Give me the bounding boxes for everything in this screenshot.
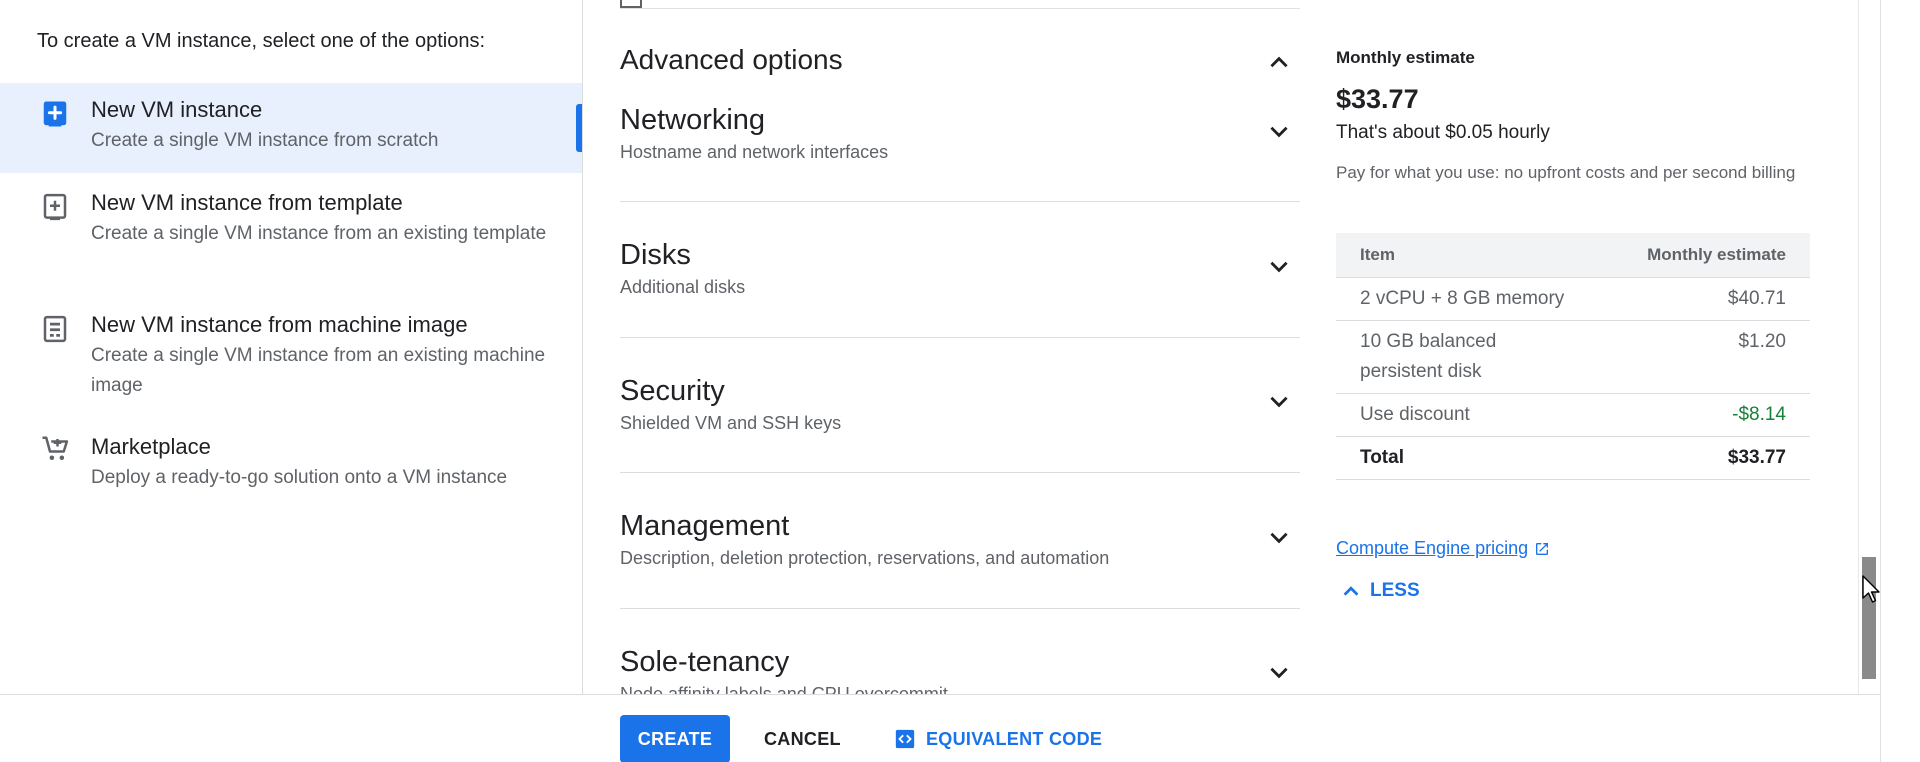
advanced-options-panel: Advanced options Networking Hostname and… [620, 0, 1300, 694]
chevron-down-icon[interactable] [1266, 253, 1292, 279]
section-desc: Description, deletion protection, reserv… [620, 548, 1110, 568]
row-amount-discount: -$8.14 [1596, 393, 1810, 437]
option-desc: Deploy a ready-to-go solution onto a VM … [91, 467, 508, 488]
section-title: Disks [620, 239, 691, 271]
section-desc: Additional disks [620, 277, 746, 297]
action-footer: CREATE CANCEL EQUIVALENT CODE [0, 694, 1880, 762]
table-row: Use discount -$8.14 [1336, 393, 1810, 437]
compute-engine-pricing-link[interactable]: Compute Engine pricing [1336, 538, 1550, 559]
estimate-label: Monthly estimate [1336, 48, 1475, 67]
row-item: Total [1336, 436, 1596, 480]
section-title: Sole-tenancy [620, 646, 790, 678]
table-header-row: Item Monthly estimate [1336, 233, 1810, 278]
equivalent-code-label: EQUIVALENT CODE [926, 728, 1103, 749]
less-label: LESS [1370, 580, 1420, 601]
selected-indicator [576, 104, 582, 152]
add-box-icon [43, 101, 67, 127]
section-desc: Node affinity labels and CPU overcommit [620, 684, 948, 694]
option-marketplace[interactable]: Marketplace Deploy a ready-to-go solutio… [0, 433, 582, 493]
divider [620, 472, 1300, 473]
row-amount: $40.71 [1596, 277, 1810, 321]
section-security[interactable]: Security Shielded VM and SSH keys [620, 373, 1300, 473]
chevron-up-icon[interactable] [1266, 50, 1292, 76]
chevron-down-icon[interactable] [1266, 118, 1292, 144]
section-title: Management [620, 510, 790, 542]
option-new-vm-from-template[interactable]: New VM instance from template Create a s… [0, 189, 582, 249]
creation-options-panel: To create a VM instance, select one of t… [0, 0, 583, 694]
chevron-down-icon[interactable] [1266, 659, 1292, 685]
window-edge [1880, 0, 1881, 762]
link-label: Compute Engine pricing [1336, 538, 1529, 558]
external-link-icon [1536, 542, 1549, 555]
section-networking[interactable]: Networking Hostname and network interfac… [620, 102, 1300, 202]
advanced-options-title: Advanced options [620, 44, 843, 75]
checkbox-partial[interactable] [620, 0, 642, 8]
section-sole-tenancy[interactable]: Sole-tenancy Node affinity labels and CP… [620, 644, 1300, 694]
option-desc: Create a single VM instance from an exis… [91, 345, 546, 396]
estimate-price: $33.77 [1336, 84, 1419, 114]
row-amount: $33.77 [1596, 436, 1810, 480]
chevron-up-icon [1343, 586, 1359, 596]
divider [620, 608, 1300, 609]
estimate-hourly: That's about $0.05 hourly [1336, 122, 1550, 143]
cancel-button[interactable]: CANCEL [752, 715, 853, 762]
section-disks[interactable]: Disks Additional disks [620, 237, 1300, 338]
add-template-icon [43, 193, 67, 221]
section-title: Networking [620, 104, 766, 136]
code-icon [895, 729, 915, 749]
mouse-cursor-icon [1862, 575, 1880, 603]
column-header-amount: Monthly estimate [1596, 233, 1810, 278]
chevron-down-icon[interactable] [1266, 388, 1292, 414]
equivalent-code-button[interactable]: EQUIVALENT CODE [890, 715, 1106, 762]
section-title: Security [620, 375, 725, 407]
section-management[interactable]: Management Description, deletion protect… [620, 508, 1300, 609]
chevron-down-icon[interactable] [1266, 524, 1292, 550]
table-row: 10 GB balanced persistent disk $1.20 [1336, 320, 1810, 394]
option-desc: Create a single VM instance from scratch [91, 130, 439, 151]
row-amount: $1.20 [1596, 320, 1810, 394]
table-row-total: Total $33.77 [1336, 436, 1810, 480]
less-button[interactable]: LESS [1340, 580, 1420, 602]
monthly-estimate-panel: Monthly estimate $33.77 That's about $0.… [1336, 0, 1816, 694]
option-new-vm-from-machine-image[interactable]: New VM instance from machine image Creat… [0, 311, 582, 401]
column-header-item: Item [1336, 233, 1596, 278]
option-title: New VM instance from machine image [91, 312, 468, 337]
option-desc: Create a single VM instance from an exis… [91, 223, 547, 244]
option-new-vm-instance[interactable]: New VM instance Create a single VM insta… [0, 83, 582, 173]
machine-image-icon [43, 315, 67, 343]
cart-icon [42, 436, 69, 460]
option-title: New VM instance from template [91, 190, 403, 215]
row-item: Use discount [1336, 393, 1596, 437]
estimate-note: Pay for what you use: no upfront costs a… [1336, 163, 1796, 182]
option-title: Marketplace [91, 434, 211, 459]
row-item: 10 GB balanced persistent disk [1336, 320, 1596, 394]
divider [620, 201, 1300, 202]
estimate-table: Item Monthly estimate 2 vCPU + 8 GB memo… [1336, 233, 1810, 480]
section-desc: Hostname and network interfaces [620, 142, 889, 162]
divider [620, 8, 1300, 9]
table-row: 2 vCPU + 8 GB memory $40.71 [1336, 277, 1810, 321]
option-title: New VM instance [91, 97, 263, 122]
section-desc: Shielded VM and SSH keys [620, 413, 842, 433]
divider [620, 337, 1300, 338]
options-intro: To create a VM instance, select one of t… [37, 30, 486, 52]
create-button[interactable]: CREATE [620, 715, 730, 762]
row-item: 2 vCPU + 8 GB memory [1336, 277, 1596, 321]
